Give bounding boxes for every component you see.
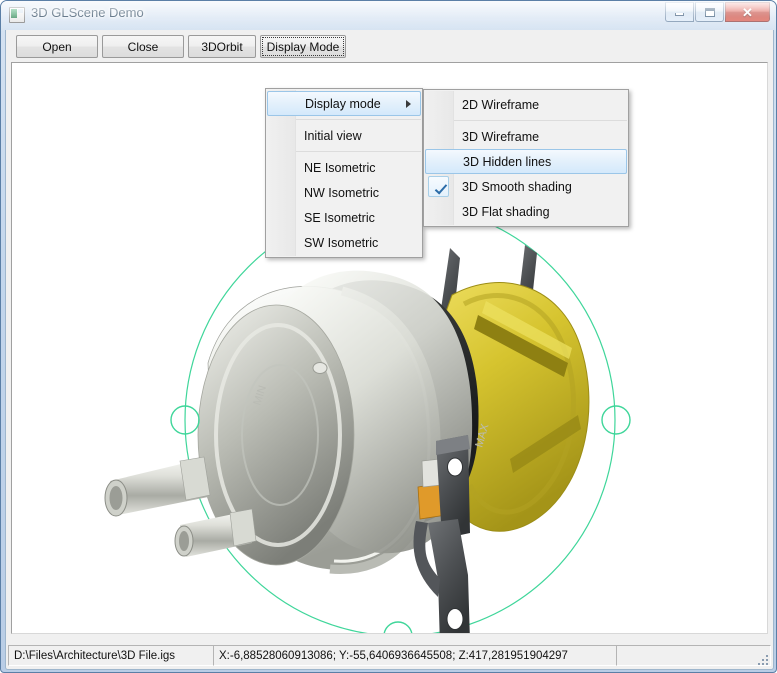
menu-item-initial-view[interactable]: Initial view <box>266 123 422 148</box>
close-icon: ✕ <box>742 4 753 20</box>
display-mode-menu[interactable]: Display mode Initial view NE Isometric N… <box>265 88 423 258</box>
status-spare-panel <box>616 645 771 666</box>
open-button-label: Open <box>42 39 72 54</box>
menu-separator <box>296 119 421 120</box>
application-window: 3D GLScene Demo ✕ Open Close 3DOrbit Dis… <box>0 0 777 673</box>
menu-item-nw-isometric-label: NW Isometric <box>304 185 379 200</box>
menu-item-nw-isometric[interactable]: NW Isometric <box>266 180 422 205</box>
status-bar: D:\Files\Architecture\3D File.igs X:-6,8… <box>8 645 771 666</box>
maximize-button[interactable] <box>695 2 724 22</box>
client-area: Open Close 3DOrbit Display Mode MIN MAX … <box>5 30 774 670</box>
menu-item-3d-wireframe-label: 3D Wireframe <box>462 129 540 144</box>
close-file-button[interactable]: Close <box>102 35 184 58</box>
display-mode-button[interactable]: Display Mode <box>260 35 346 58</box>
port-upper <box>104 456 211 517</box>
status-coordinates: X:-6,88528060913086; Y:-55,6406936645508… <box>213 645 617 666</box>
orbit-handle-bottom <box>383 621 413 633</box>
menu-item-3d-wireframe[interactable]: 3D Wireframe <box>424 124 628 149</box>
toolbar: Open Close 3DOrbit Display Mode <box>6 30 773 60</box>
orbit-3d-button[interactable]: 3DOrbit <box>188 35 256 58</box>
menu-item-3d-hidden-lines-label: 3D Hidden lines <box>463 154 552 169</box>
menu-item-display-mode[interactable]: Display mode <box>267 91 421 116</box>
model-brake-booster: MIN MAX <box>104 245 590 633</box>
menu-item-sw-isometric[interactable]: SW Isometric <box>266 230 422 255</box>
orbit-handle-right <box>601 405 631 435</box>
open-button[interactable]: Open <box>16 35 98 58</box>
check-icon <box>434 181 448 195</box>
minimize-icon <box>675 13 684 16</box>
title-bar[interactable]: 3D GLScene Demo ✕ <box>1 1 776 30</box>
focus-rectangle <box>262 37 344 56</box>
menu-item-ne-isometric-label: NE Isometric <box>304 160 376 175</box>
menu-item-3d-smooth-shading[interactable]: 3D Smooth shading <box>424 174 628 199</box>
menu-separator <box>454 120 627 121</box>
maximize-icon <box>704 7 715 17</box>
menu-item-initial-view-label: Initial view <box>304 128 362 143</box>
menu-separator <box>296 151 421 152</box>
checked-indicator <box>428 176 449 197</box>
resize-grip[interactable] <box>756 653 770 667</box>
menu-item-ne-isometric[interactable]: NE Isometric <box>266 155 422 180</box>
minimize-button[interactable] <box>665 2 694 22</box>
menu-item-sw-isometric-label: SW Isometric <box>304 235 379 250</box>
chevron-right-icon <box>406 99 411 108</box>
menu-item-3d-flat-shading[interactable]: 3D Flat shading <box>424 199 628 224</box>
close-file-button-label: Close <box>127 39 159 54</box>
menu-item-se-isometric-label: SE Isometric <box>304 210 375 225</box>
window-title: 3D GLScene Demo <box>31 5 144 20</box>
menu-item-3d-hidden-lines[interactable]: 3D Hidden lines <box>425 149 627 174</box>
menu-item-3d-smooth-shading-label: 3D Smooth shading <box>462 179 572 194</box>
menu-item-3d-flat-shading-label: 3D Flat shading <box>462 204 550 219</box>
menu-item-2d-wireframe[interactable]: 2D Wireframe <box>424 92 628 117</box>
orbit-3d-button-label: 3DOrbit <box>201 39 243 54</box>
close-button[interactable]: ✕ <box>725 2 770 22</box>
menu-item-2d-wireframe-label: 2D Wireframe <box>462 97 540 112</box>
status-file-path: D:\Files\Architecture\3D File.igs <box>8 645 214 666</box>
menu-item-se-isometric[interactable]: SE Isometric <box>266 205 422 230</box>
display-mode-submenu[interactable]: 2D Wireframe 3D Wireframe 3D Hidden line… <box>423 89 629 227</box>
menu-item-display-mode-label: Display mode <box>305 96 381 111</box>
application-icon <box>9 7 25 23</box>
